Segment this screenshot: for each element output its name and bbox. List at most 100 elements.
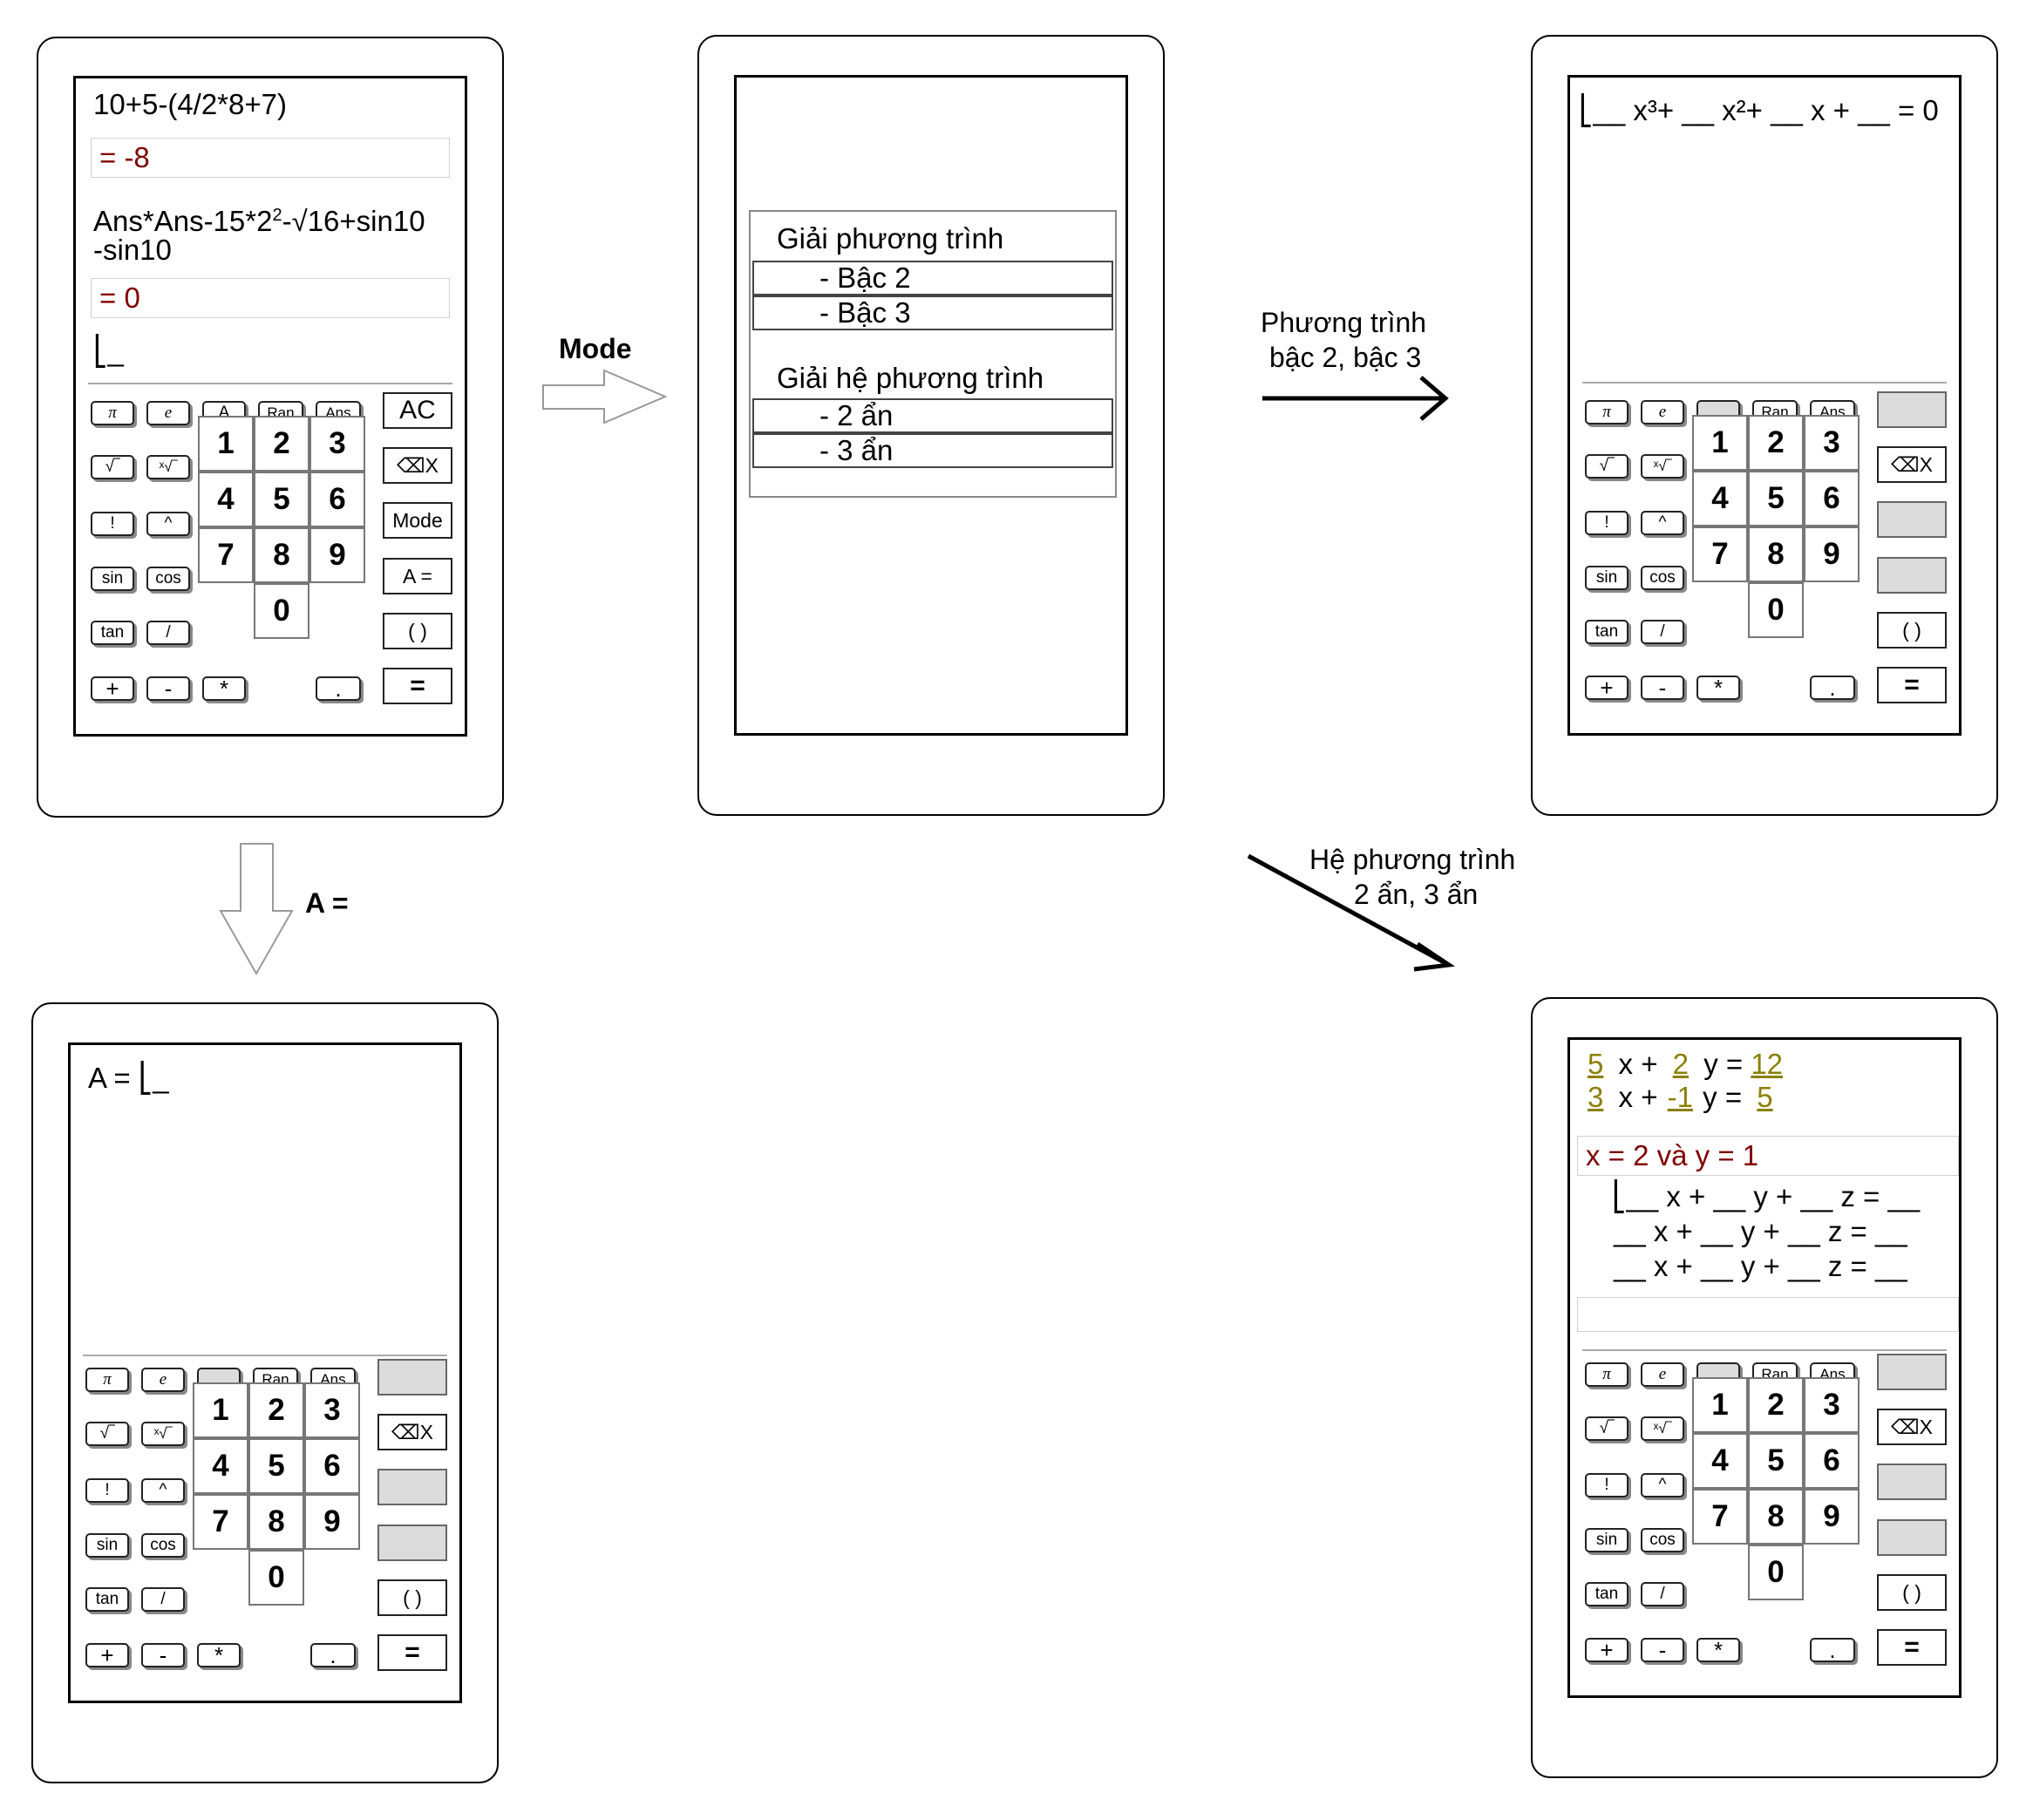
assign-a-button[interactable]: A = <box>383 558 452 594</box>
digit-0-key[interactable]: 0 <box>254 583 309 639</box>
multiply-key[interactable]: * <box>202 676 246 701</box>
digit-0-key[interactable]: 0 <box>1748 1545 1804 1600</box>
digit-4-key[interactable]: 4 <box>1692 1433 1748 1489</box>
multiply-key[interactable]: * <box>1696 676 1740 700</box>
plus-key[interactable]: + <box>1585 676 1628 700</box>
multiply-key[interactable]: * <box>1696 1638 1740 1662</box>
decimal-key[interactable]: . <box>316 676 361 701</box>
digit-6-key[interactable]: 6 <box>304 1438 360 1494</box>
digit-9-key[interactable]: 9 <box>309 527 365 583</box>
const-c1[interactable]: 12 <box>1751 1048 1783 1080</box>
nth-root-key[interactable]: ˣ√‾ <box>1641 454 1684 479</box>
system3-row-3[interactable]: __ x + __ y + __ z = __ <box>1614 1249 1907 1284</box>
polynomial-input[interactable]: ⎣__ x³+ __ x²+ __ x + __ = 0 <box>1579 93 1939 127</box>
digit-2-key[interactable]: 2 <box>1748 415 1804 471</box>
power-key[interactable]: ^ <box>141 1478 185 1503</box>
digit-9-key[interactable]: 9 <box>304 1494 360 1550</box>
power-key[interactable]: ^ <box>1641 511 1684 535</box>
minus-key[interactable]: - <box>141 1643 185 1667</box>
digit-3-key[interactable]: 3 <box>1804 415 1860 471</box>
decimal-key[interactable]: . <box>1810 676 1855 700</box>
digit-8-key[interactable]: 8 <box>1748 1489 1804 1545</box>
digit-2-key[interactable]: 2 <box>1748 1377 1804 1433</box>
ac-button[interactable]: AC <box>383 392 452 429</box>
digit-2-key[interactable]: 2 <box>248 1382 304 1438</box>
sin-key[interactable]: sin <box>1585 566 1628 590</box>
divide-key[interactable]: / <box>1641 620 1684 644</box>
equals-button[interactable]: = <box>377 1634 447 1671</box>
parentheses-button[interactable]: ( ) <box>1877 612 1947 649</box>
pi-key[interactable]: π <box>1585 400 1628 424</box>
digit-4-key[interactable]: 4 <box>198 472 254 527</box>
digit-1-key[interactable]: 1 <box>1692 415 1748 471</box>
digit-8-key[interactable]: 8 <box>248 1494 304 1550</box>
minus-key[interactable]: - <box>1641 1638 1684 1662</box>
blank-button[interactable] <box>377 1469 447 1505</box>
blank-button[interactable] <box>1877 1463 1947 1500</box>
digit-9-key[interactable]: 9 <box>1804 526 1860 582</box>
nth-root-key[interactable]: ˣ√‾ <box>146 455 190 479</box>
digit-7-key[interactable]: 7 <box>1692 1489 1748 1545</box>
backspace-button[interactable]: ⌫X <box>383 447 452 484</box>
digit-3-key[interactable]: 3 <box>304 1382 360 1438</box>
coef-a2[interactable]: 3 <box>1581 1081 1610 1113</box>
decimal-key[interactable]: . <box>1810 1638 1855 1662</box>
cos-key[interactable]: cos <box>146 567 190 591</box>
pi-key[interactable]: π <box>1585 1362 1628 1387</box>
divide-key[interactable]: / <box>141 1587 185 1612</box>
digit-7-key[interactable]: 7 <box>1692 526 1748 582</box>
factorial-key[interactable]: ! <box>1585 511 1628 535</box>
minus-key[interactable]: - <box>146 676 190 701</box>
digit-5-key[interactable]: 5 <box>254 472 309 527</box>
digit-1-key[interactable]: 1 <box>1692 1377 1748 1433</box>
digit-4-key[interactable]: 4 <box>1692 471 1748 526</box>
digit-9-key[interactable]: 9 <box>1804 1489 1860 1545</box>
coef-b2[interactable]: -1 <box>1666 1081 1695 1113</box>
digit-3-key[interactable]: 3 <box>309 416 365 472</box>
parentheses-button[interactable]: ( ) <box>1877 1574 1947 1611</box>
system3-row-1[interactable]: ⎣__ x + __ y + __ z = __ <box>1612 1179 1920 1214</box>
plus-key[interactable]: + <box>85 1643 129 1667</box>
digit-6-key[interactable]: 6 <box>1804 1433 1860 1489</box>
equals-button[interactable]: = <box>1877 1629 1947 1666</box>
e-key[interactable]: e <box>1641 400 1684 424</box>
digit-0-key[interactable]: 0 <box>1748 582 1804 638</box>
digit-2-key[interactable]: 2 <box>254 416 309 472</box>
blank-button[interactable] <box>1877 391 1947 428</box>
digit-7-key[interactable]: 7 <box>193 1494 248 1550</box>
tan-key[interactable]: tan <box>85 1587 129 1612</box>
e-key[interactable]: e <box>1641 1362 1684 1387</box>
power-key[interactable]: ^ <box>146 512 190 536</box>
e-key[interactable]: e <box>146 401 190 425</box>
multiply-key[interactable]: * <box>197 1643 241 1667</box>
digit-1-key[interactable]: 1 <box>198 416 254 472</box>
blank-button[interactable] <box>1877 1354 1947 1390</box>
divide-key[interactable]: / <box>146 621 190 645</box>
backspace-button[interactable]: ⌫X <box>1877 446 1947 483</box>
blank-button[interactable] <box>1877 1519 1947 1556</box>
pi-key[interactable]: π <box>85 1368 129 1392</box>
equals-button[interactable]: = <box>383 668 452 704</box>
cos-key[interactable]: cos <box>1641 566 1684 590</box>
digit-8-key[interactable]: 8 <box>254 527 309 583</box>
e-key[interactable]: e <box>141 1368 185 1392</box>
sin-key[interactable]: sin <box>85 1533 129 1558</box>
sin-key[interactable]: sin <box>1585 1528 1628 1552</box>
blank-button[interactable] <box>1877 501 1947 538</box>
menu-item-degree-2[interactable]: - Bậc 2 <box>752 261 1113 295</box>
backspace-button[interactable]: ⌫X <box>377 1414 447 1450</box>
backspace-button[interactable]: ⌫X <box>1877 1409 1947 1445</box>
digit-7-key[interactable]: 7 <box>198 527 254 583</box>
plus-key[interactable]: + <box>91 676 134 701</box>
equals-button[interactable]: = <box>1877 667 1947 703</box>
digit-8-key[interactable]: 8 <box>1748 526 1804 582</box>
sqrt-key[interactable]: √‾ <box>1585 1416 1628 1441</box>
tan-key[interactable]: tan <box>1585 620 1628 644</box>
sqrt-key[interactable]: √‾ <box>1585 454 1628 479</box>
nth-root-key[interactable]: ˣ√‾ <box>141 1422 185 1446</box>
sqrt-key[interactable]: √‾ <box>85 1422 129 1446</box>
divide-key[interactable]: / <box>1641 1582 1684 1606</box>
const-c2[interactable]: 5 <box>1750 1081 1779 1113</box>
factorial-key[interactable]: ! <box>91 512 134 536</box>
digit-0-key[interactable]: 0 <box>248 1550 304 1606</box>
